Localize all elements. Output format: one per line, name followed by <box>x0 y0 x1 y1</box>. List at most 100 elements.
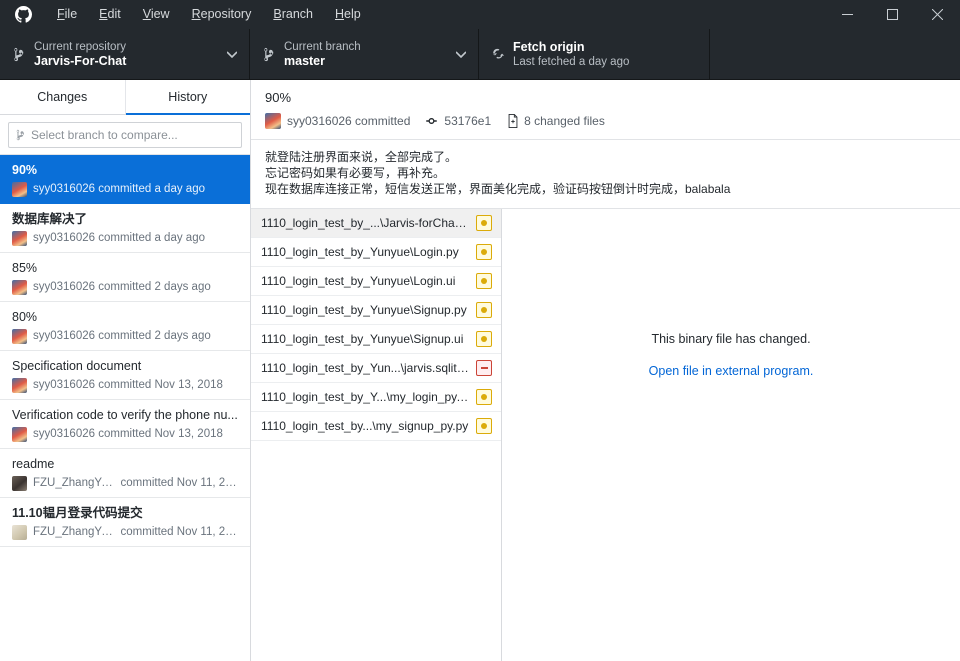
list-item[interactable]: 90% syy0316026 committed a day ago <box>0 155 250 204</box>
changed-files-summary: 8 changed files <box>507 114 605 128</box>
tab-changes[interactable]: Changes <box>0 80 126 114</box>
file-path: 1110_login_test_by_Yunyue\Login.py <box>261 245 459 259</box>
diff-viewer: This binary file has changed. Open file … <box>502 209 960 661</box>
branch-icon <box>15 129 26 141</box>
commit-detail-body: 1110_login_test_by_...\Jarvis-forChat.db… <box>251 209 960 661</box>
branch-icon <box>262 47 284 62</box>
commit-meta: syy0316026 committed a day ago <box>12 182 240 197</box>
menu-help[interactable]: Help <box>324 0 372 29</box>
file-path: 1110_login_test_by_Yunyue\Signup.py <box>261 303 467 317</box>
open-in-external-program-link[interactable]: Open file in external program. <box>649 364 814 378</box>
file-path: 1110_login_test_by...\my_signup_py.py <box>261 419 469 433</box>
commit-when: committed Nov 13, 2018 <box>98 428 223 440</box>
table-row[interactable]: 1110_login_test_by_Y...\my_login_py.py <box>251 383 501 412</box>
menu-view[interactable]: View <box>132 0 181 29</box>
github-mark-icon <box>6 6 40 23</box>
list-item[interactable]: 80% syy0316026 committed 2 days ago <box>0 302 250 351</box>
commit-title: readme <box>12 457 55 471</box>
list-item[interactable]: readme FZU_ZhangYang committed Nov 11, 2… <box>0 449 250 498</box>
menu-repository-rest: epository <box>200 7 252 21</box>
commit-author: syy0316026 <box>33 281 96 293</box>
list-item[interactable]: Specification document syy0316026 commit… <box>0 351 250 400</box>
file-path: 1110_login_test_by_Y...\my_login_py.py <box>261 390 469 404</box>
commit-meta: syy0316026 committed Nov 13, 2018 <box>12 378 240 393</box>
menu-edit-rest: dit <box>107 7 121 21</box>
current-repository-text: Current repository Jarvis-For-Chat <box>34 40 221 69</box>
commit-title: 11.10韫月登录代码提交 <box>12 506 143 520</box>
list-item[interactable]: 85% syy0316026 committed 2 days ago <box>0 253 250 302</box>
commit-sha-text: 53176e1 <box>444 114 492 128</box>
status-modified-icon <box>476 215 492 231</box>
menu-edit[interactable]: Edit <box>88 0 132 29</box>
commit-meta: syy0316026 committed a day ago <box>12 231 240 246</box>
commit-list[interactable]: 90% syy0316026 committed a day ago 数据库解决… <box>0 155 250 661</box>
list-item[interactable]: 11.10韫月登录代码提交 FZU_ZhangYang committed No… <box>0 498 250 547</box>
menu-file[interactable]: File <box>46 0 88 29</box>
binary-file-message: This binary file has changed. <box>651 332 811 346</box>
commit-description: 就登陆注册界面来说，全部完成了。 忘记密码如果有必要写，再补充。 现在数据库连接… <box>251 140 960 209</box>
status-modified-icon <box>476 302 492 318</box>
status-modified-icon <box>476 331 492 347</box>
tab-history[interactable]: History <box>125 80 251 115</box>
commit-author: syy0316026 <box>33 330 96 342</box>
menu-branch-rest: ranch <box>281 7 313 21</box>
commit-meta: FZU_ZhangYang committed Nov 11, 2018 <box>12 525 240 540</box>
chevron-down-icon <box>225 50 239 58</box>
current-repository-button[interactable]: Current repository Jarvis-For-Chat <box>0 29 250 79</box>
menu-file-rest: ile <box>64 7 78 21</box>
status-modified-icon <box>476 244 492 260</box>
commit-meta: syy0316026 committed Nov 13, 2018 <box>12 427 240 442</box>
fetch-origin-button[interactable]: Fetch origin Last fetched a day ago <box>479 29 710 79</box>
menu-help-rest: elp <box>344 7 361 21</box>
commit-title: 80% <box>12 310 38 324</box>
status-modified-icon <box>476 273 492 289</box>
list-item[interactable]: Verification code to verify the phone nu… <box>0 400 250 449</box>
status-modified-icon <box>476 389 492 405</box>
minimize-icon[interactable] <box>825 0 870 29</box>
file-path: 1110_login_test_by_Yun...\jarvis.sqlite3 <box>261 361 469 375</box>
menu-repository[interactable]: Repository <box>181 0 263 29</box>
current-repository-value: Jarvis-For-Chat <box>34 53 127 68</box>
status-deleted-icon <box>476 360 492 376</box>
table-row[interactable]: 1110_login_test_by_...\Jarvis-forChat.db <box>251 209 501 238</box>
list-item[interactable]: 数据库解决了 syy0316026 committed a day ago <box>0 204 250 253</box>
description-line: 忘记密码如果有必要写，再补充。 <box>265 166 446 180</box>
changed-file-list[interactable]: 1110_login_test_by_...\Jarvis-forChat.db… <box>251 209 502 661</box>
commit-when: committed Nov 13, 2018 <box>98 379 223 391</box>
avatar <box>12 280 27 295</box>
table-row[interactable]: 1110_login_test_by_Yunyue\Login.py <box>251 238 501 267</box>
avatar <box>12 427 27 442</box>
table-row[interactable]: 1110_login_test_by...\my_signup_py.py <box>251 412 501 441</box>
commit-author: syy0316026 <box>33 183 96 195</box>
table-row[interactable]: 1110_login_test_by_Yunyue\Signup.ui <box>251 325 501 354</box>
fetch-origin-subtitle: Last fetched a day ago <box>513 55 630 68</box>
commit-when: committed a day ago <box>98 183 205 195</box>
table-row[interactable]: 1110_login_test_by_Yun...\jarvis.sqlite3 <box>251 354 501 383</box>
commit-detail-header: 90% syy0316026 committed 53176e1 8 chang… <box>251 80 960 140</box>
avatar <box>12 525 27 540</box>
commit-title: 数据库解决了 <box>12 212 88 226</box>
menu-repository-accel: R <box>191 7 201 21</box>
menu-branch[interactable]: Branch <box>262 0 324 29</box>
title-bar: File Edit View Repository Branch Help <box>0 0 960 29</box>
main-body: Changes History Select branch to compare… <box>0 80 960 661</box>
commit-sha[interactable]: 53176e1 <box>424 114 491 128</box>
commit-title: 85% <box>12 261 38 275</box>
commit-title: Verification code to verify the phone nu… <box>12 408 238 422</box>
commit-when: committed 2 days ago <box>98 281 211 293</box>
table-row[interactable]: 1110_login_test_by_Yunyue\Login.ui <box>251 267 501 296</box>
commit-meta: FZU_ZhangYang committed Nov 11, 2018 <box>12 476 240 491</box>
select-branch-input[interactable]: Select branch to compare... <box>8 122 242 148</box>
toolbar-empty-area <box>710 29 960 79</box>
table-row[interactable]: 1110_login_test_by_Yunyue\Signup.py <box>251 296 501 325</box>
current-repository-label: Current repository <box>34 40 127 53</box>
sync-icon <box>491 47 513 62</box>
fetch-origin-title: Fetch origin <box>513 39 585 54</box>
maximize-icon[interactable] <box>870 0 915 29</box>
commit-meta: syy0316026 committed 2 days ago <box>12 280 240 295</box>
current-branch-button[interactable]: Current branch master <box>250 29 479 79</box>
description-line: 就登陆注册界面来说，全部完成了。 <box>265 150 458 164</box>
close-icon[interactable] <box>915 0 960 29</box>
avatar <box>12 476 27 491</box>
menu-branch-accel: B <box>273 7 282 21</box>
